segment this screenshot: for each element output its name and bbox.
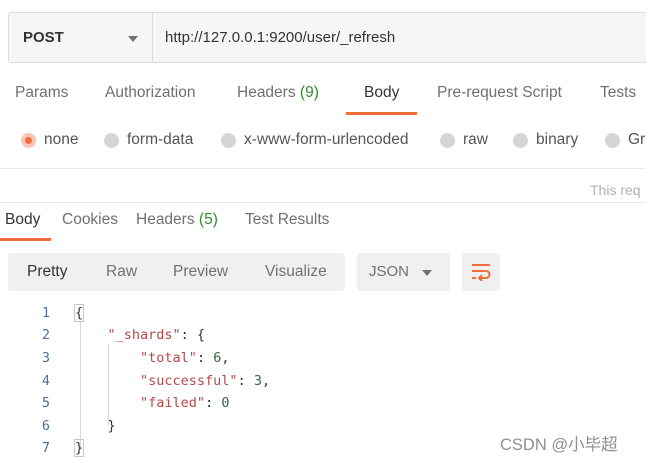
request-tabs: Params Authorization Headers (9) Body Pr… [0,84,646,118]
line-number: 3 [41,350,50,366]
view-pretty-button[interactable]: Pretty [27,263,67,281]
json-key: "_shards" [107,327,181,343]
divider [0,202,646,203]
code-text: } [75,418,116,434]
radio-binary[interactable]: binary [513,131,578,149]
json-punct: : [196,350,214,366]
code-text: { [73,304,85,322]
code-text: "failed": 0 [75,395,229,411]
tab-authorization[interactable]: Authorization [105,84,195,102]
line-number: 7 [41,440,50,456]
line-number: 1 [41,305,50,321]
radio-icon [513,132,528,148]
format-select[interactable]: JSON [357,253,450,291]
method-label: POST [23,29,64,46]
radio-icon [605,132,620,148]
request-url-bar: POST [8,12,646,63]
json-number: 3 [253,373,262,389]
tab-prerequest-script[interactable]: Pre-request Script [437,84,562,102]
active-tab-indicator [346,112,417,115]
chevron-down-icon [422,270,432,276]
response-tab-body[interactable]: Body [5,211,40,229]
tab-params[interactable]: Params [15,84,68,102]
radio-urlencoded-label: x-www-form-urlencoded [244,131,409,148]
radio-graphql[interactable]: Gra [605,131,646,149]
code-line: 5 "failed": 0 [0,392,646,414]
tab-headers-label: Headers [237,84,296,101]
json-key: "total" [140,350,197,366]
radio-none-label: none [44,131,79,148]
radio-urlencoded[interactable]: x-www-form-urlencoded [221,131,409,149]
response-tab-headers[interactable]: Headers (5) [136,211,218,229]
tab-tests[interactable]: Tests [600,84,636,102]
code-line: 3 "total": 6, [0,347,646,369]
view-raw-button[interactable]: Raw [106,263,137,281]
response-tabs: Body Cookies Headers (5) Test Results [0,211,646,243]
response-tab-cookies[interactable]: Cookies [62,211,118,229]
format-label: JSON [369,263,410,280]
radio-form-data[interactable]: form-data [104,131,193,149]
radio-binary-label: binary [536,131,579,148]
code-text: "_shards": { [75,327,206,343]
line-number: 6 [41,418,50,434]
json-punct: : { [180,327,206,343]
active-response-tab-indicator [0,238,51,241]
body-hint-text: This req [590,182,641,198]
tab-body[interactable]: Body [364,84,399,102]
view-visualize-button[interactable]: Visualize [265,263,327,281]
radio-raw-label: raw [463,131,488,148]
wrap-lines-icon [472,264,491,281]
brace: { [73,304,85,322]
watermark: CSDN @小毕超 [500,436,618,454]
code-line: 1 { [0,302,646,324]
radio-raw[interactable]: raw [440,131,488,149]
divider [0,168,646,169]
code-text: "successful": 3, [75,373,270,389]
json-key: "failed" [140,395,206,411]
body-type-radios: none form-data x-www-form-urlencoded raw… [0,131,646,153]
json-punct: , [261,373,271,389]
view-preview-button[interactable]: Preview [173,263,228,281]
response-tab-test-results[interactable]: Test Results [245,211,329,229]
radio-none[interactable]: none [21,131,78,149]
headers-count-badge: (9) [299,84,319,101]
chevron-down-icon [128,36,138,42]
brace: } [73,439,85,457]
code-text: "total": 6, [75,350,229,366]
view-mode-group: Pretty Raw Preview Visualize [8,253,345,291]
json-punct: : [205,395,222,411]
radio-icon [221,132,236,148]
code-line: 4 "successful": 3, [0,370,646,392]
response-headers-count-badge: (5) [198,211,218,228]
line-number: 4 [41,373,50,389]
json-key: "successful" [140,373,238,389]
code-line: 2 "_shards": { [0,324,646,346]
tab-headers[interactable]: Headers (9) [237,84,319,102]
url-input[interactable] [153,13,646,62]
wrap-lines-button[interactable] [462,253,500,291]
method-select[interactable]: POST [9,13,153,62]
json-punct: : [237,373,254,389]
json-punct: , [221,350,230,366]
response-tab-headers-label: Headers [136,211,195,228]
line-number: 2 [41,327,50,343]
radio-icon [104,132,119,148]
json-punct: } [107,418,116,434]
radio-icon [440,132,455,148]
json-number: 0 [221,395,230,411]
line-number: 5 [41,395,50,411]
radio-graphql-label: Gra [628,131,646,148]
code-text: } [73,439,85,457]
radio-selected-icon [21,132,36,148]
radio-form-data-label: form-data [127,131,194,148]
